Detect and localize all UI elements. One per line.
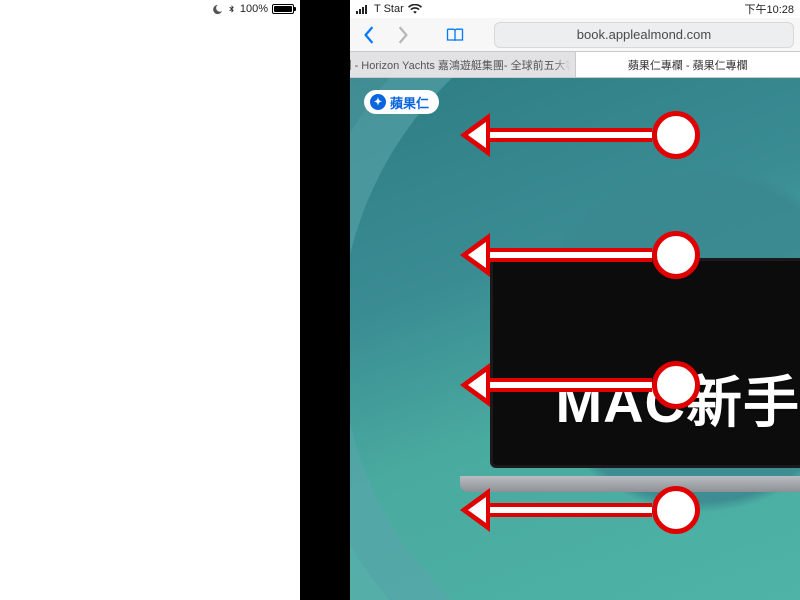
bookmarks-button[interactable] (442, 22, 468, 48)
left-status-bar: 100% (0, 0, 300, 18)
wifi-icon (408, 4, 422, 14)
hero-title: MAC新手 (555, 358, 800, 439)
site-logo-text: 蘋果仁 (390, 93, 429, 112)
clock-label: 下午10:28 (744, 1, 794, 17)
tab-0[interactable]: FD系列 - Horizon Yachts 嘉鴻遊艇集團- 全球前五大客製化… (350, 52, 576, 77)
tab-1[interactable]: 蘋果仁專欄 - 蘋果仁專欄 (576, 52, 800, 77)
do-not-disturb-icon (212, 4, 223, 15)
tab-label: FD系列 - Horizon Yachts 嘉鴻遊艇集團- 全球前五大客製化… (350, 57, 576, 73)
site-logo[interactable]: ✦ 蘋果仁 (364, 90, 439, 114)
right-status-bar: T Star 下午10:28 (350, 0, 800, 18)
url-bar[interactable]: book.applealmond.com (494, 22, 794, 48)
apple-logo-icon: ✦ (370, 94, 386, 110)
url-text: book.applealmond.com (577, 27, 711, 42)
back-button[interactable] (356, 22, 382, 48)
signal-bars-icon (356, 4, 370, 14)
left-app-pane: 100% (0, 0, 300, 600)
split-view-stage: 100% T Star 下午10:28 (0, 0, 800, 600)
tab-label: 蘋果仁專欄 - 蘋果仁專欄 (628, 57, 748, 73)
battery-percent-label: 100% (240, 3, 268, 15)
tab-strip: FD系列 - Horizon Yachts 嘉鴻遊艇集團- 全球前五大客製化… … (350, 52, 800, 78)
forward-button[interactable] (390, 22, 416, 48)
page-viewport[interactable]: ✦ 蘋果仁 MAC新手 (350, 78, 800, 600)
safari-pane: T Star 下午10:28 book.applealmond.c (350, 0, 800, 600)
status-right-cluster: 下午10:28 (744, 1, 794, 17)
battery-icon (272, 4, 294, 14)
bluetooth-icon (227, 3, 236, 15)
status-left-cluster: T Star (356, 3, 422, 15)
browser-toolbar: book.applealmond.com (350, 18, 800, 52)
carrier-label: T Star (374, 3, 404, 15)
